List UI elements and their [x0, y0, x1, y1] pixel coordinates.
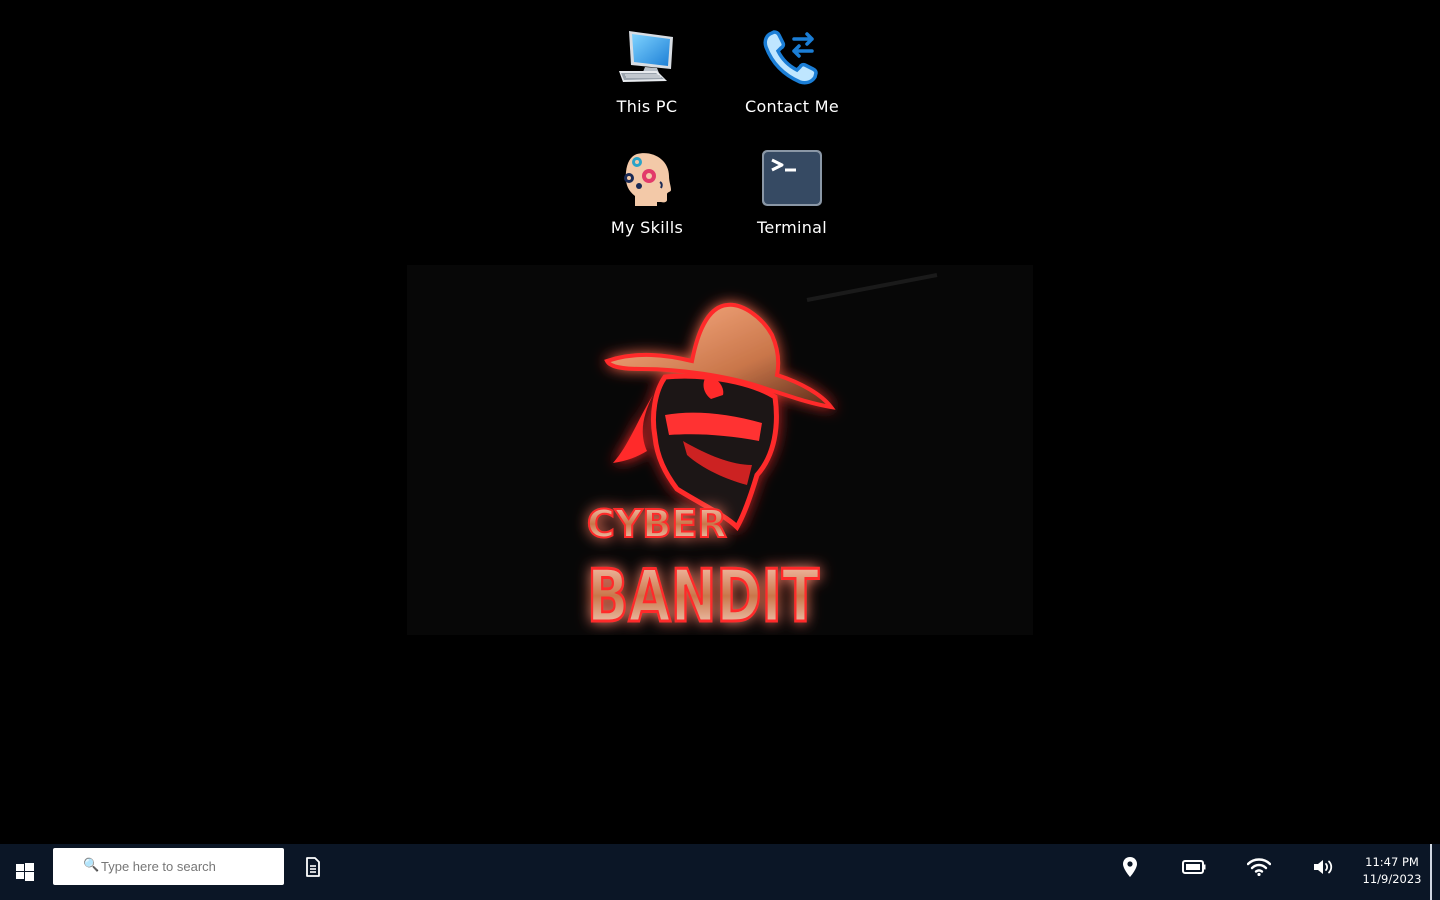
wallpaper-logo: CYBER BANDIT [407, 265, 1033, 640]
desktop-icon-my-skills[interactable]: My Skills [587, 146, 707, 256]
desktop-icon-terminal[interactable]: Terminal [732, 146, 852, 256]
wifi-icon [1247, 858, 1271, 876]
document-icon [306, 857, 320, 877]
tray-volume-button[interactable] [1307, 850, 1341, 884]
desktop-icon-label: Terminal [756, 218, 828, 237]
volume-icon [1314, 860, 1333, 874]
tray-wifi-button[interactable] [1242, 850, 1276, 884]
taskbar: 🔍 Type here to search 11:47 PM 11/9/2023 [0, 844, 1440, 900]
tray-battery-button[interactable] [1177, 850, 1211, 884]
taskbar-search[interactable]: 🔍 [53, 848, 284, 885]
skills-icon [615, 146, 679, 210]
phone-icon [760, 25, 824, 89]
logo-text-bandit: BANDIT [587, 554, 819, 635]
tray-location-button[interactable] [1113, 850, 1147, 884]
search-icon: 🔍 [83, 858, 100, 873]
desktop-icon-grid: This PC Contact Me My Skills Terminal [600, 20, 900, 250]
taskbar-document-button[interactable] [296, 850, 330, 884]
start-button[interactable] [0, 844, 50, 900]
location-icon [1123, 857, 1137, 877]
windows-icon [16, 863, 34, 881]
logo-text-cyber: CYBER [587, 502, 727, 546]
taskbar-clock[interactable]: 11:47 PM 11/9/2023 [1356, 854, 1428, 888]
computer-icon [615, 25, 679, 89]
desktop-icon-label: My Skills [610, 218, 684, 237]
desktop-icon-label: Contact Me [745, 97, 839, 116]
battery-icon [1182, 860, 1206, 874]
search-input[interactable] [83, 858, 284, 875]
desktop-icon-contact-me[interactable]: Contact Me [732, 25, 852, 135]
desktop: This PC Contact Me My Skills Terminal CY… [0, 0, 1440, 844]
terminal-icon [760, 146, 824, 210]
desktop-icon-this-pc[interactable]: This PC [587, 25, 707, 135]
desktop-icon-label: This PC [616, 97, 678, 116]
clock-date: 11/9/2023 [1362, 872, 1422, 886]
clock-time: 11:47 PM [1365, 855, 1419, 869]
show-desktop-button[interactable] [1430, 844, 1432, 900]
